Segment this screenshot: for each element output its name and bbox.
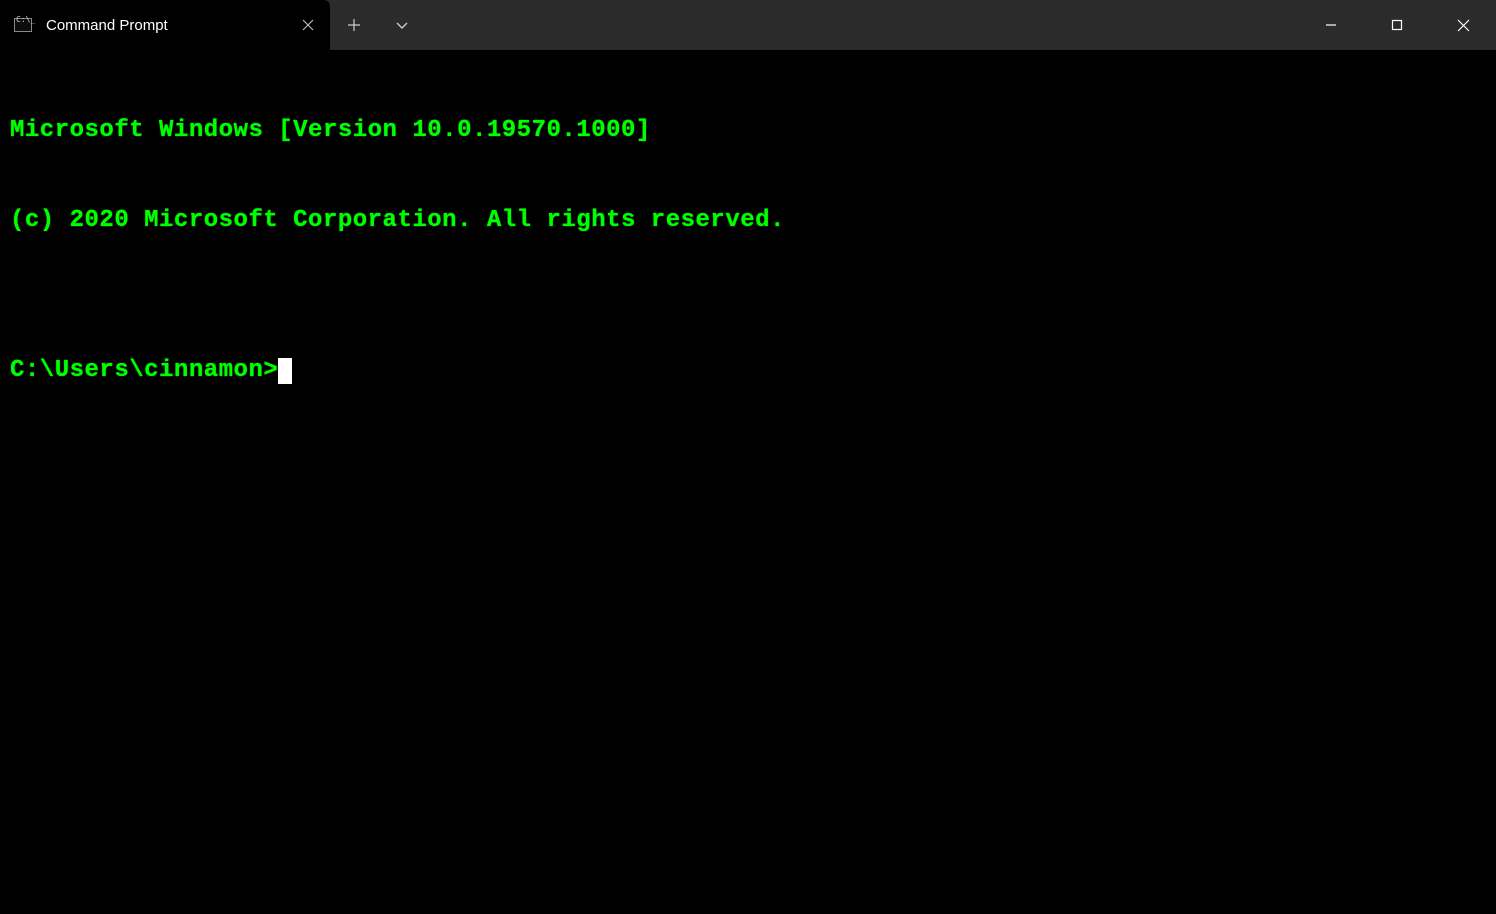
close-icon <box>1457 19 1470 32</box>
terminal-prompt: C:\Users\cinnamon> <box>10 356 278 386</box>
terminal-line: (c) 2020 Microsoft Corporation. All righ… <box>10 206 1486 236</box>
cmd-icon: C:\_ <box>14 17 32 33</box>
window-controls <box>1298 0 1496 50</box>
tab-dropdown-button[interactable] <box>378 0 426 50</box>
chevron-down-icon <box>395 18 409 32</box>
tab-actions <box>330 0 426 50</box>
terminal-cursor <box>278 358 292 384</box>
close-window-button[interactable] <box>1430 0 1496 50</box>
titlebar-drag-area[interactable] <box>426 0 1298 50</box>
maximize-icon <box>1391 19 1403 31</box>
terminal-output[interactable]: Microsoft Windows [Version 10.0.19570.10… <box>0 50 1496 914</box>
plus-icon <box>347 18 361 32</box>
minimize-button[interactable] <box>1298 0 1364 50</box>
titlebar: C:\_ Command Prompt <box>0 0 1496 50</box>
minimize-icon <box>1325 19 1337 31</box>
tab-title: Command Prompt <box>46 17 280 34</box>
tab-close-button[interactable] <box>294 11 322 39</box>
terminal-line: Microsoft Windows [Version 10.0.19570.10… <box>10 116 1486 146</box>
new-tab-button[interactable] <box>330 0 378 50</box>
maximize-button[interactable] <box>1364 0 1430 50</box>
close-icon <box>302 19 314 31</box>
tab-command-prompt[interactable]: C:\_ Command Prompt <box>0 0 330 50</box>
terminal-prompt-line: C:\Users\cinnamon> <box>10 356 1486 386</box>
